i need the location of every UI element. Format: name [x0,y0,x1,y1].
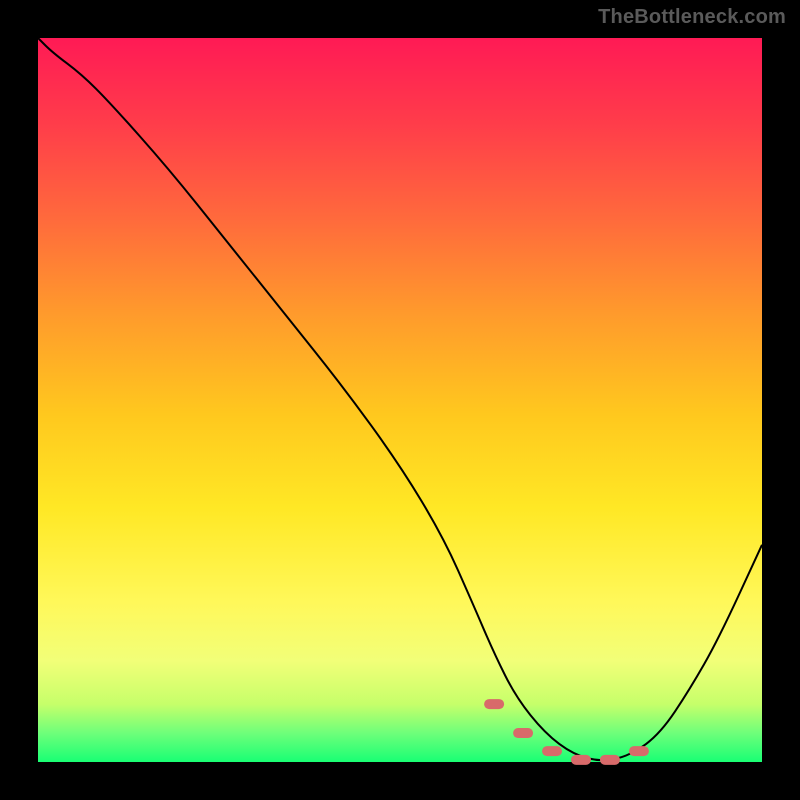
optimal-marker [513,728,533,738]
optimal-marker [600,755,620,765]
watermark-text: TheBottleneck.com [598,6,786,29]
plot-area [38,38,762,762]
optimal-marker [542,746,562,756]
optimal-marker [629,746,649,756]
curve-line [38,38,762,760]
optimal-marker [571,755,591,765]
chart-svg [38,38,762,762]
bottleneck-chart: TheBottleneck.com [0,0,800,800]
optimal-markers [484,699,649,765]
optimal-marker [484,699,504,709]
bottleneck-curve-path [38,38,762,760]
